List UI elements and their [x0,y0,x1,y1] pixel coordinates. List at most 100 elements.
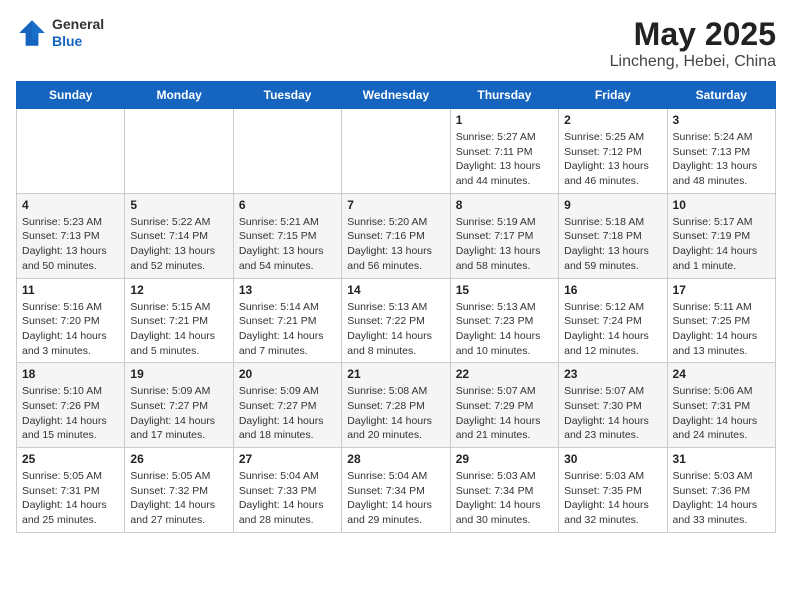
calendar-cell: 12Sunrise: 5:15 AM Sunset: 7:21 PM Dayli… [125,278,233,363]
calendar-cell: 24Sunrise: 5:06 AM Sunset: 7:31 PM Dayli… [667,363,775,448]
calendar-cell: 27 Sunrise: 5:04 AM Sunset: 7:33 PM Dayli… [233,448,341,533]
logo: General Blue [16,16,104,50]
calendar-cell: 26 Sunrise: 5:05 AM Sunset: 7:32 PM Dayli… [125,448,233,533]
day-number: 14 [347,283,444,297]
day-number: 17 [673,283,770,297]
day-number: 4 [22,198,119,212]
day-info: Sunrise: 5:05 AM Sunset: 7:32 PM Dayligh… [130,469,227,528]
day-info: Sunrise: 5:09 AM Sunset: 7:27 PM Dayligh… [239,384,336,443]
calendar-cell: 25 Sunrise: 5:05 AM Sunset: 7:31 PM Dayli… [17,448,125,533]
calendar-cell [17,109,125,194]
day-number: 27 [239,452,336,466]
day-info: Sunrise: 5:06 AM Sunset: 7:31 PM Dayligh… [673,384,770,443]
calendar-cell: 16 Sunrise: 5:12 AM Sunset: 7:24 PM Dayli… [559,278,667,363]
day-number: 23 [564,367,661,381]
logo-line2: Blue [52,33,104,50]
calendar-cell: 20 Sunrise: 5:09 AM Sunset: 7:27 PM Dayli… [233,363,341,448]
day-info: Sunrise: 5:22 AM Sunset: 7:14 PM Dayligh… [130,215,227,274]
day-info: Sunrise: 5:11 AM Sunset: 7:25 PM Dayligh… [673,300,770,359]
day-number: 18 [22,367,119,381]
day-info: Sunrise: 5:13 AM Sunset: 7:22 PM Dayligh… [347,300,444,359]
day-info: Sunrise: 5:04 AM Sunset: 7:34 PM Dayligh… [347,469,444,528]
calendar-cell: 11Sunrise: 5:16 AM Sunset: 7:20 PM Dayli… [17,278,125,363]
day-info: Sunrise: 5:12 AM Sunset: 7:24 PM Dayligh… [564,300,661,359]
day-info: Sunrise: 5:08 AM Sunset: 7:28 PM Dayligh… [347,384,444,443]
day-number: 19 [130,367,227,381]
calendar-cell [233,109,341,194]
day-number: 28 [347,452,444,466]
day-number: 22 [456,367,553,381]
calendar-cell: 17 Sunrise: 5:11 AM Sunset: 7:25 PM Dayli… [667,278,775,363]
day-of-week-header: Sunday [17,82,125,109]
day-info: Sunrise: 5:04 AM Sunset: 7:33 PM Dayligh… [239,469,336,528]
calendar-cell: 9 Sunrise: 5:18 AM Sunset: 7:18 PM Daylig… [559,193,667,278]
logo-line1: General [52,16,104,33]
day-of-week-header: Saturday [667,82,775,109]
day-number: 29 [456,452,553,466]
day-info: Sunrise: 5:25 AM Sunset: 7:12 PM Dayligh… [564,130,661,189]
calendar-cell [125,109,233,194]
calendar-cell: 4 Sunrise: 5:23 AM Sunset: 7:13 PM Daylig… [17,193,125,278]
day-info: Sunrise: 5:20 AM Sunset: 7:16 PM Dayligh… [347,215,444,274]
calendar-cell: 28 Sunrise: 5:04 AM Sunset: 7:34 PM Dayli… [342,448,450,533]
calendar-week-row: 4 Sunrise: 5:23 AM Sunset: 7:13 PM Daylig… [17,193,776,278]
calendar-cell [342,109,450,194]
day-number: 11 [22,283,119,297]
calendar-cell: 7Sunrise: 5:20 AM Sunset: 7:16 PM Daylig… [342,193,450,278]
day-info: Sunrise: 5:24 AM Sunset: 7:13 PM Dayligh… [673,130,770,189]
day-of-week-header: Thursday [450,82,558,109]
logo-icon [16,17,48,49]
title-block: May 2025 Lincheng, Hebei, China [610,16,776,71]
day-number: 16 [564,283,661,297]
day-number: 25 [22,452,119,466]
calendar-title: May 2025 [610,16,776,53]
day-number: 3 [673,113,770,127]
day-info: Sunrise: 5:03 AM Sunset: 7:34 PM Dayligh… [456,469,553,528]
day-info: Sunrise: 5:23 AM Sunset: 7:13 PM Dayligh… [22,215,119,274]
calendar-cell: 19Sunrise: 5:09 AM Sunset: 7:27 PM Dayli… [125,363,233,448]
page-header: General Blue May 2025 Lincheng, Hebei, C… [16,16,776,71]
day-info: Sunrise: 5:15 AM Sunset: 7:21 PM Dayligh… [130,300,227,359]
day-info: Sunrise: 5:05 AM Sunset: 7:31 PM Dayligh… [22,469,119,528]
calendar-cell: 15 Sunrise: 5:13 AM Sunset: 7:23 PM Dayli… [450,278,558,363]
day-info: Sunrise: 5:19 AM Sunset: 7:17 PM Dayligh… [456,215,553,274]
calendar-week-row: 1Sunrise: 5:27 AM Sunset: 7:11 PM Daylig… [17,109,776,194]
calendar-cell: 2 Sunrise: 5:25 AM Sunset: 7:12 PM Daylig… [559,109,667,194]
day-number: 10 [673,198,770,212]
day-info: Sunrise: 5:03 AM Sunset: 7:36 PM Dayligh… [673,469,770,528]
day-number: 15 [456,283,553,297]
day-info: Sunrise: 5:14 AM Sunset: 7:21 PM Dayligh… [239,300,336,359]
day-info: Sunrise: 5:18 AM Sunset: 7:18 PM Dayligh… [564,215,661,274]
logo-text: General Blue [52,16,104,50]
calendar-cell: 21 Sunrise: 5:08 AM Sunset: 7:28 PM Dayli… [342,363,450,448]
calendar-cell: 3 Sunrise: 5:24 AM Sunset: 7:13 PM Daylig… [667,109,775,194]
calendar-cell: 1Sunrise: 5:27 AM Sunset: 7:11 PM Daylig… [450,109,558,194]
day-number: 26 [130,452,227,466]
day-of-week-header: Friday [559,82,667,109]
day-number: 20 [239,367,336,381]
day-info: Sunrise: 5:10 AM Sunset: 7:26 PM Dayligh… [22,384,119,443]
day-number: 6 [239,198,336,212]
day-info: Sunrise: 5:17 AM Sunset: 7:19 PM Dayligh… [673,215,770,274]
day-info: Sunrise: 5:21 AM Sunset: 7:15 PM Dayligh… [239,215,336,274]
calendar-cell: 8Sunrise: 5:19 AM Sunset: 7:17 PM Daylig… [450,193,558,278]
day-info: Sunrise: 5:07 AM Sunset: 7:30 PM Dayligh… [564,384,661,443]
calendar-cell: 6 Sunrise: 5:21 AM Sunset: 7:15 PM Daylig… [233,193,341,278]
day-number: 13 [239,283,336,297]
day-info: Sunrise: 5:13 AM Sunset: 7:23 PM Dayligh… [456,300,553,359]
calendar-header-row: SundayMondayTuesdayWednesdayThursdayFrid… [17,82,776,109]
calendar-cell: 18 Sunrise: 5:10 AM Sunset: 7:26 PM Dayli… [17,363,125,448]
calendar-cell: 22Sunrise: 5:07 AM Sunset: 7:29 PM Dayli… [450,363,558,448]
calendar-week-row: 11Sunrise: 5:16 AM Sunset: 7:20 PM Dayli… [17,278,776,363]
calendar-cell: 13 Sunrise: 5:14 AM Sunset: 7:21 PM Dayli… [233,278,341,363]
day-number: 9 [564,198,661,212]
day-number: 2 [564,113,661,127]
calendar-subtitle: Lincheng, Hebei, China [610,53,776,71]
day-number: 30 [564,452,661,466]
calendar-week-row: 25 Sunrise: 5:05 AM Sunset: 7:31 PM Dayli… [17,448,776,533]
calendar-cell: 14 Sunrise: 5:13 AM Sunset: 7:22 PM Dayli… [342,278,450,363]
day-number: 21 [347,367,444,381]
day-number: 5 [130,198,227,212]
day-number: 31 [673,452,770,466]
calendar-cell: 5 Sunrise: 5:22 AM Sunset: 7:14 PM Daylig… [125,193,233,278]
